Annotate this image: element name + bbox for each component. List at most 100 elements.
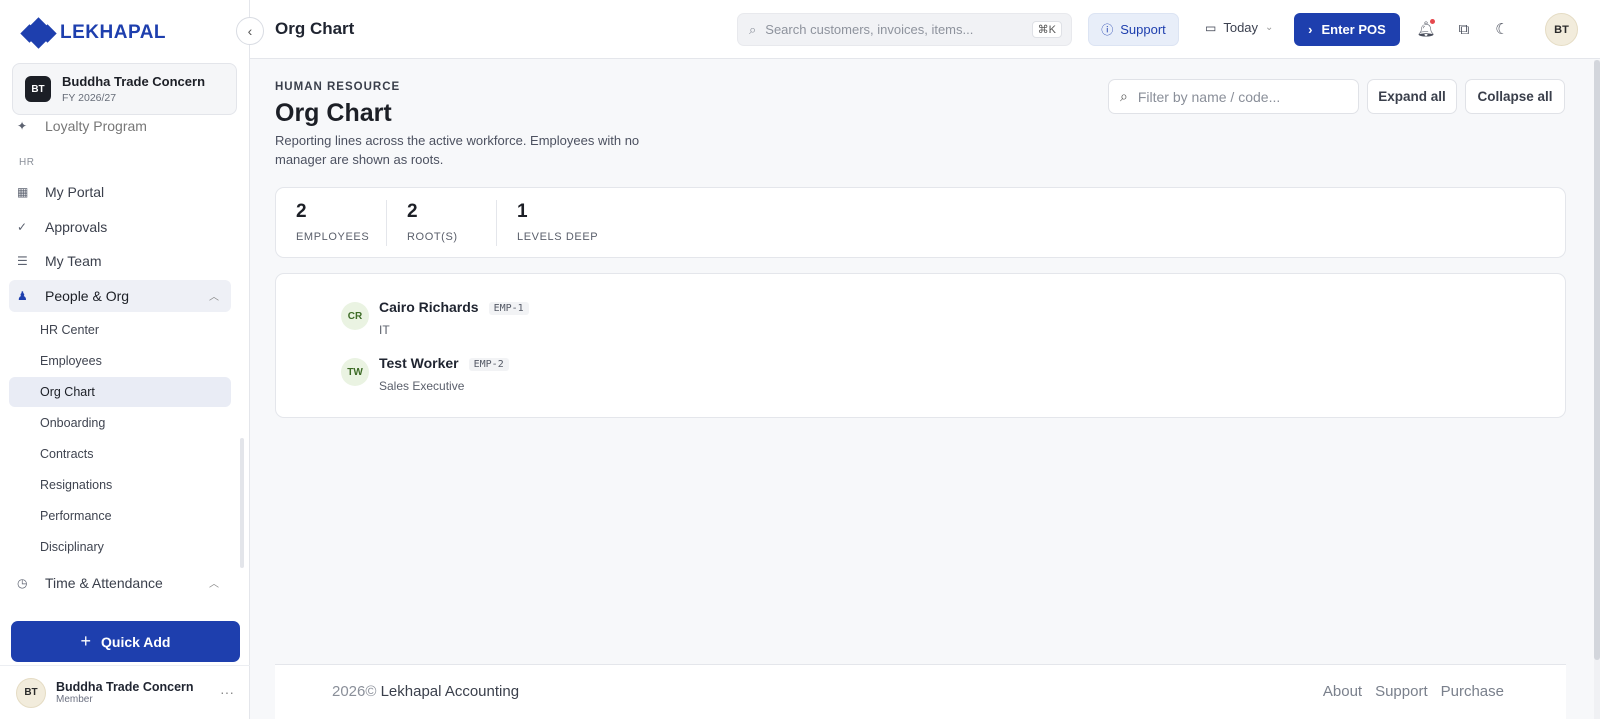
divider	[496, 200, 497, 246]
avatar: CR	[341, 302, 369, 330]
employee-name: Cairo Richards	[379, 299, 479, 315]
enter-pos-button[interactable]: › Enter POS	[1294, 13, 1400, 46]
main-content: HUMAN RESOURCE Org Chart Reporting lines…	[250, 59, 1600, 719]
stat-roots: 2 ROOT(S)	[407, 201, 458, 243]
company-switcher[interactable]: BT Buddha Trade Concern FY 2026/27	[12, 63, 237, 115]
sidebar-subitem-employees[interactable]: Employees	[9, 346, 231, 376]
copyright-year: 2026©	[332, 683, 377, 700]
employee-department: IT	[379, 323, 390, 337]
copyright-product: Lekhapal Accounting	[380, 683, 520, 700]
expand-all-button[interactable]: Expand all	[1367, 79, 1457, 114]
filter-input[interactable]: ⌕ Filter by name / code...	[1108, 79, 1359, 114]
org-node[interactable]: CR Cairo Richards EMP-1 IT	[341, 299, 529, 337]
people-icon: ♟	[17, 289, 28, 303]
date-filter-value: Today	[1223, 20, 1259, 35]
help-icon: ⓘ	[1101, 23, 1114, 37]
moon-icon: ☾	[1495, 21, 1509, 38]
notification-dot	[1430, 19, 1435, 24]
user-menu[interactable]: BT Buddha Trade Concern Member ···	[0, 665, 250, 719]
sidebar-item-people-org[interactable]: ♟ People & Org ︿	[9, 280, 231, 312]
loyalty-icon: ✦	[17, 119, 28, 133]
footer-link-purchase[interactable]: Purchase	[1441, 683, 1504, 700]
sidebar-subitem-resignations[interactable]: Resignations	[9, 470, 231, 500]
topbar-title: Org Chart	[275, 19, 355, 38]
calendar-icon: ▭	[1205, 20, 1217, 35]
sidebar-item-approvals[interactable]: ✓ Approvals	[9, 211, 231, 243]
scrollbar-thumb[interactable]	[1594, 60, 1600, 660]
sidebar-item-label: Time & Attendance	[45, 575, 163, 591]
sidebar-item-my-portal[interactable]: ▦ My Portal	[9, 176, 231, 208]
search-icon: ⌕	[1120, 88, 1128, 104]
sidebar-subitem-performance[interactable]: Performance	[9, 501, 231, 531]
stat-value: 2	[407, 201, 418, 222]
company-badge: BT	[25, 76, 51, 102]
page-scrollbar[interactable]	[1594, 60, 1600, 719]
stat-label: ROOT(S)	[407, 231, 458, 243]
employee-department: Sales Executive	[379, 379, 465, 393]
sidebar-item-loyalty-program[interactable]: ✦ Loyalty Program	[9, 118, 231, 142]
page-eyebrow: HUMAN RESOURCE	[275, 81, 401, 93]
employee-code: EMP-2	[468, 358, 509, 371]
brand-logo[interactable]: LEKHAPAL	[20, 17, 166, 49]
more-icon[interactable]: ···	[220, 684, 234, 700]
sidebar-nav: ✦ Loyalty Program HR ▦ My Portal ✓ Appro…	[0, 118, 250, 608]
stat-label: EMPLOYEES	[296, 231, 370, 243]
global-search-input[interactable]: ⌕ Search customers, invoices, items... ⌘…	[737, 13, 1072, 46]
stat-employees: 2 EMPLOYEES	[296, 201, 369, 243]
org-tree: CR Cairo Richards EMP-1 IT TW Test Worker…	[275, 273, 1566, 418]
clock-icon: ◷	[17, 576, 28, 590]
avatar: BT	[16, 677, 46, 708]
stat-levels: 1 LEVELS DEEP	[517, 201, 598, 243]
avatar[interactable]: BT	[1545, 13, 1578, 46]
sidebar-scrollbar[interactable]	[240, 438, 244, 568]
sidebar: LEKHAPAL BT Buddha Trade Concern FY 2026…	[0, 0, 250, 719]
date-filter-select[interactable]: ▭ Today ⌄	[1205, 20, 1273, 35]
search-icon: ⌕	[749, 21, 757, 37]
footer-link-about[interactable]: About	[1323, 683, 1362, 700]
notifications-button[interactable]: 🔔︎	[1415, 18, 1437, 40]
stats-panel: 2 EMPLOYEES 2 ROOT(S) 1 LEVELS DEEP	[275, 187, 1566, 258]
sidebar-subitem-onboarding[interactable]: Onboarding	[9, 408, 231, 438]
footer-link-support[interactable]: Support	[1375, 683, 1428, 700]
copyright: 2026© Lekhapal Accounting	[332, 683, 519, 700]
page-footer: 2026© Lekhapal Accounting About Support …	[275, 664, 1566, 719]
chevron-up-icon: ︿	[209, 579, 219, 590]
footer-links: About Support Purchase	[1323, 683, 1504, 700]
user-name: Buddha Trade Concern	[56, 680, 194, 694]
page-description: Reporting lines across the active workfo…	[275, 133, 640, 167]
collapse-all-button[interactable]: Collapse all	[1465, 79, 1565, 114]
divider	[386, 200, 387, 246]
stat-value: 2	[296, 201, 307, 222]
theme-toggle-button[interactable]: ☾	[1491, 18, 1513, 40]
topbar: Org Chart ⌕ Search customers, invoices, …	[250, 0, 1600, 59]
company-name: Buddha Trade Concern	[62, 74, 206, 89]
open-external-button[interactable]: ⧉	[1453, 18, 1475, 40]
stat-value: 1	[517, 201, 528, 222]
external-link-icon: ⧉	[1458, 20, 1470, 38]
sidebar-item-label: Approvals	[45, 219, 108, 235]
sidebar-item-label: My Portal	[45, 184, 105, 200]
sidebar-item-label: People & Org	[45, 288, 130, 304]
sidebar-item-time-attendance[interactable]: ◷ Time & Attendance ︿	[9, 567, 231, 599]
support-button[interactable]: ⓘ Support	[1088, 13, 1179, 46]
filter-placeholder: Filter by name / code...	[1137, 88, 1281, 105]
sidebar-subitem-disciplinary[interactable]: Disciplinary	[9, 532, 231, 562]
org-node[interactable]: TW Test Worker EMP-2 Sales Executive	[341, 355, 509, 393]
sidebar-subitem-org-chart[interactable]: Org Chart	[9, 377, 231, 407]
team-icon: ☰	[17, 254, 28, 268]
enter-pos-label: Enter POS	[1321, 22, 1386, 37]
plus-icon: +	[80, 631, 91, 651]
collapse-sidebar-button[interactable]: ‹	[236, 17, 264, 45]
sidebar-subitem-contracts[interactable]: Contracts	[9, 439, 231, 469]
employee-name: Test Worker	[379, 355, 459, 371]
search-placeholder: Search customers, invoices, items...	[765, 22, 974, 37]
logo-icon	[20, 17, 57, 49]
nav-section-hr: HR	[19, 157, 35, 168]
user-role: Member	[56, 694, 93, 705]
stat-label: LEVELS DEEP	[517, 231, 599, 243]
quick-add-button[interactable]: + Quick Add	[11, 621, 240, 662]
sidebar-subitem-hr-center[interactable]: HR Center	[9, 315, 231, 345]
chevron-up-icon: ︿	[209, 292, 219, 303]
sidebar-item-my-team[interactable]: ☰ My Team	[9, 245, 231, 277]
support-label: Support	[1120, 22, 1166, 37]
